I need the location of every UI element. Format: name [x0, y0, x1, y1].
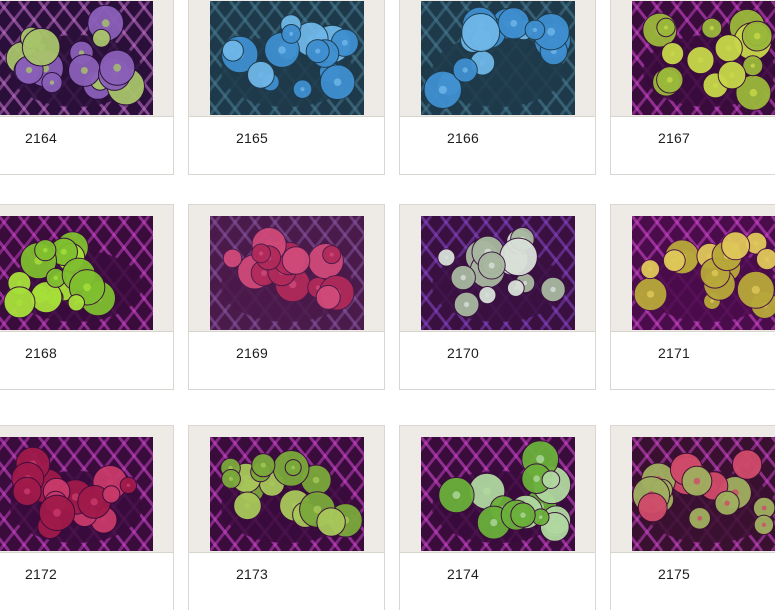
coral-thumbnail[interactable]: [210, 437, 364, 551]
coral-photo: [421, 437, 575, 551]
thumbnail-frame: [400, 0, 595, 117]
gallery-card[interactable]: 2168: [0, 204, 174, 390]
thumbnail-frame: [400, 205, 595, 332]
coral-thumbnail[interactable]: [0, 1, 153, 115]
coral-photo: [0, 1, 153, 115]
gallery-card[interactable]: 2171: [610, 204, 775, 390]
item-number-label[interactable]: 2165: [236, 130, 268, 146]
thumbnail-frame: [189, 426, 384, 553]
gallery-card[interactable]: 2174: [399, 425, 596, 610]
thumbnail-frame: [189, 0, 384, 117]
coral-gallery-grid: 2164 2165 2166 2167 2168 2169 2170 2171 2172 2173…: [0, 0, 775, 610]
thumbnail-frame: [189, 205, 384, 332]
coral-photo: [421, 216, 575, 330]
item-number-label[interactable]: 2164: [25, 130, 57, 146]
thumbnail-frame: [0, 205, 173, 332]
coral-photo: [0, 437, 153, 551]
item-number-label[interactable]: 2168: [25, 345, 57, 361]
item-number-label[interactable]: 2172: [25, 566, 57, 582]
coral-thumbnail[interactable]: [210, 216, 364, 330]
coral-photo: [421, 1, 575, 115]
item-number-label[interactable]: 2173: [236, 566, 268, 582]
gallery-card[interactable]: 2164: [0, 0, 174, 175]
gallery-card[interactable]: 2175: [610, 425, 775, 610]
gallery-card[interactable]: 2166: [399, 0, 596, 175]
coral-photo: [632, 437, 775, 551]
thumbnail-frame: [400, 426, 595, 553]
thumbnail-frame: [0, 0, 173, 117]
item-number-label[interactable]: 2169: [236, 345, 268, 361]
gallery-card[interactable]: 2169: [188, 204, 385, 390]
coral-photo: [632, 1, 775, 115]
gallery-card[interactable]: 2170: [399, 204, 596, 390]
coral-photo: [0, 216, 153, 330]
item-number-label[interactable]: 2170: [447, 345, 479, 361]
coral-thumbnail[interactable]: [0, 437, 153, 551]
thumbnail-frame: [611, 205, 775, 332]
gallery-card[interactable]: 2172: [0, 425, 174, 610]
coral-photo: [632, 216, 775, 330]
coral-thumbnail[interactable]: [632, 1, 775, 115]
coral-thumbnail[interactable]: [421, 437, 575, 551]
coral-photo: [210, 1, 364, 115]
item-number-label[interactable]: 2171: [658, 345, 690, 361]
gallery-card[interactable]: 2167: [610, 0, 775, 175]
thumbnail-frame: [0, 426, 173, 553]
gallery-card[interactable]: 2173: [188, 425, 385, 610]
coral-thumbnail[interactable]: [421, 216, 575, 330]
item-number-label[interactable]: 2175: [658, 566, 690, 582]
item-number-label[interactable]: 2174: [447, 566, 479, 582]
coral-photo: [210, 216, 364, 330]
coral-thumbnail[interactable]: [0, 216, 153, 330]
coral-thumbnail[interactable]: [632, 216, 775, 330]
coral-thumbnail[interactable]: [210, 1, 364, 115]
coral-thumbnail[interactable]: [632, 437, 775, 551]
coral-thumbnail[interactable]: [421, 1, 575, 115]
item-number-label[interactable]: 2167: [658, 130, 690, 146]
thumbnail-frame: [611, 0, 775, 117]
thumbnail-frame: [611, 426, 775, 553]
item-number-label[interactable]: 2166: [447, 130, 479, 146]
coral-photo: [210, 437, 364, 551]
gallery-card[interactable]: 2165: [188, 0, 385, 175]
